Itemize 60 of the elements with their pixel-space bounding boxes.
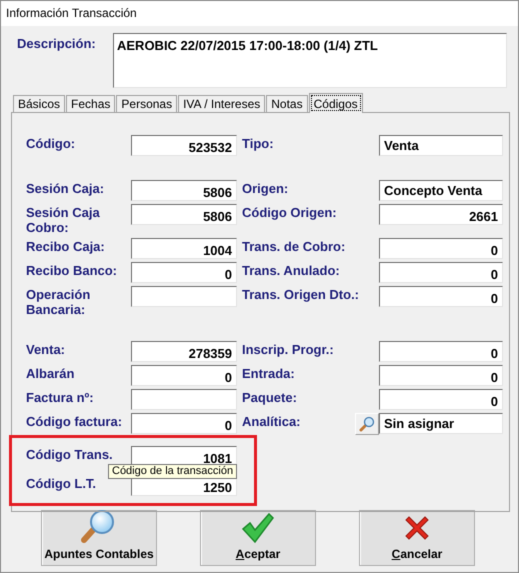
action-button[interactable]: Apuntes Contables: [41, 510, 157, 566]
tab[interactable]: Básicos: [13, 95, 66, 112]
field-label: Tipo:: [242, 135, 275, 153]
description-field[interactable]: AEROBIC 22/07/2015 17:00-18:00 (1/4) ZTL: [113, 33, 507, 88]
input-field[interactable]: 1004: [131, 238, 237, 259]
field-label: Sesión Caja:: [26, 180, 106, 198]
input-field[interactable]: 0: [379, 238, 503, 259]
input-field[interactable]: 0: [379, 341, 503, 362]
input-field[interactable]: 0: [379, 262, 503, 283]
field-label: Paquete:: [242, 389, 298, 407]
input-field[interactable]: Venta: [379, 135, 503, 156]
input-field[interactable]: 0: [131, 413, 237, 434]
input-field[interactable]: 278359: [131, 341, 237, 362]
field-label: Trans. de Cobro:: [242, 238, 346, 256]
input-field[interactable]: Sin asignar: [379, 413, 503, 434]
field-label: Factura nº:: [26, 389, 95, 407]
cross-icon: [403, 514, 431, 542]
description-label: Descripción:: [17, 35, 97, 53]
field-label: Código Trans.: [26, 446, 114, 464]
field-label: Código factura:: [26, 413, 124, 431]
tab[interactable]: IVA / Intereses: [178, 95, 266, 112]
input-field[interactable]: 523532: [131, 135, 237, 156]
magnifier-icon: [81, 508, 117, 544]
input-field[interactable]: 5806: [131, 204, 237, 225]
tab[interactable]: Personas: [116, 95, 178, 112]
input-field[interactable]: 0: [131, 365, 237, 386]
tab[interactable]: Fechas: [66, 95, 116, 112]
field-label: Origen:: [242, 180, 290, 198]
action-button[interactable]: Aceptar: [200, 510, 316, 566]
field-label: Operación Bancaria:: [26, 286, 92, 317]
field-label: Venta:: [26, 341, 66, 359]
field-label: Inscrip. Progr.:: [242, 341, 335, 359]
input-field[interactable]: [131, 389, 237, 410]
tooltip: Código de la transacción: [108, 464, 238, 479]
field-label: Entrada:: [242, 365, 296, 383]
tab[interactable]: Códigos: [308, 93, 363, 113]
field-label: Recibo Caja:: [26, 238, 106, 256]
search-icon: [359, 416, 375, 432]
action-button[interactable]: Cancelar: [359, 510, 475, 566]
input-field[interactable]: 0: [131, 262, 237, 283]
field-label: Recibo Banco:: [26, 262, 118, 280]
field-label: Código L.T.: [26, 475, 98, 493]
field-label: Analítica:: [242, 413, 302, 431]
input-field[interactable]: Concepto Venta: [379, 180, 503, 201]
check-icon: [241, 512, 275, 544]
search-button[interactable]: [355, 413, 379, 435]
field-label: Trans. Anulado:: [242, 262, 341, 280]
field-label: Trans. Origen Dto.:: [242, 286, 360, 304]
window-title: Información Transacción: [1, 1, 518, 26]
field-label: Código:: [26, 135, 76, 153]
input-field[interactable]: 5806: [131, 180, 237, 201]
input-field[interactable]: 0: [379, 365, 503, 386]
input-field[interactable]: [131, 286, 237, 307]
field-label: Sesión Caja Cobro:: [26, 204, 101, 235]
input-field[interactable]: 0: [379, 389, 503, 410]
input-field[interactable]: 2661: [379, 204, 503, 225]
field-label: Albarán: [26, 365, 76, 383]
tab[interactable]: Notas: [266, 95, 308, 112]
input-field[interactable]: 0: [379, 286, 503, 307]
field-label: Código Origen:: [242, 204, 338, 222]
